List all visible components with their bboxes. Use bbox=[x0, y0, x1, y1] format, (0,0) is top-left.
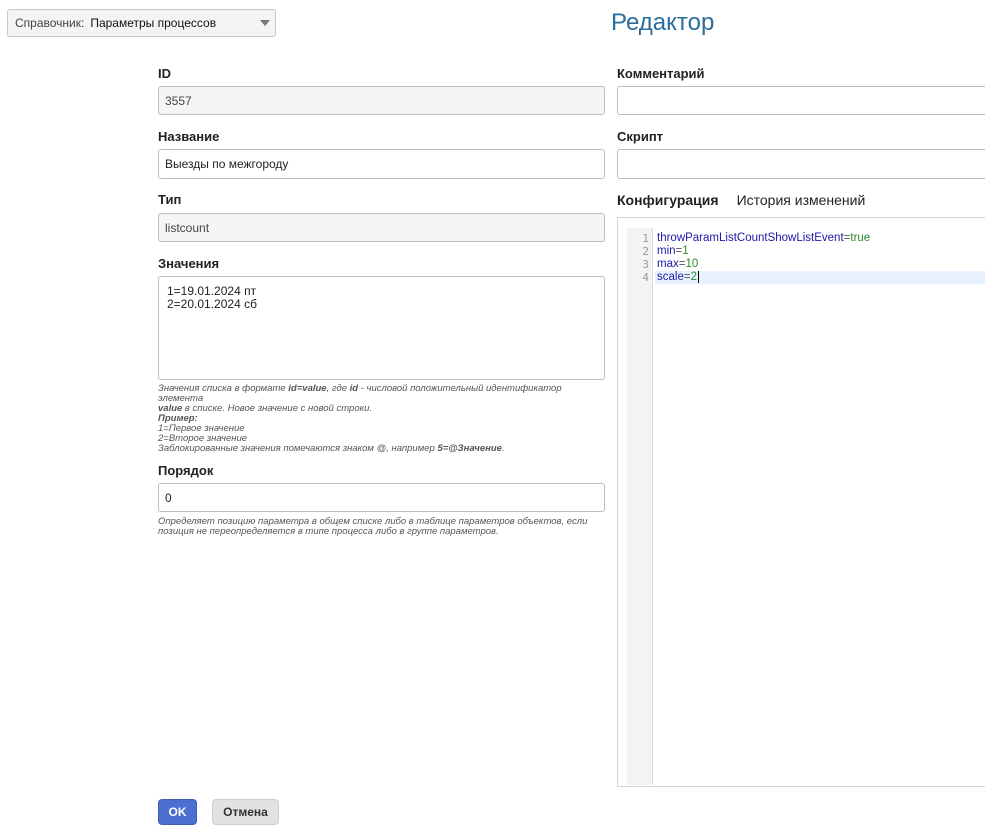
order-value: 0 bbox=[165, 490, 172, 505]
directory-select-value: Параметры процессов bbox=[90, 16, 217, 30]
type-value: listcount bbox=[165, 220, 210, 235]
code-area[interactable]: throwParamListCountShowListEvent=true mi… bbox=[655, 232, 985, 284]
values-line: 2=20.01.2024 сб bbox=[167, 297, 257, 311]
cancel-button[interactable]: Отмена bbox=[212, 799, 279, 825]
type-label: Тип bbox=[158, 192, 182, 207]
values-hint: Значения списка в формате id=value, где … bbox=[158, 383, 562, 454]
code-line-current: scale=2 bbox=[655, 271, 985, 284]
config-editor[interactable] bbox=[617, 217, 985, 787]
page-title: Редактор bbox=[611, 9, 715, 36]
ok-button[interactable]: OK bbox=[158, 799, 197, 825]
line-number: 1 bbox=[642, 232, 649, 245]
tab-history[interactable]: История изменений bbox=[737, 192, 866, 208]
editor-tabs: Конфигурация История изменений bbox=[617, 192, 883, 208]
tab-configuration[interactable]: Конфигурация bbox=[617, 192, 719, 208]
code-line: max=10 bbox=[657, 258, 699, 270]
comment-field[interactable] bbox=[617, 86, 985, 115]
type-field[interactable]: listcount bbox=[158, 213, 605, 242]
order-label: Порядок bbox=[158, 463, 214, 478]
name-value: Выезды по межгороду bbox=[165, 157, 289, 171]
line-number-gutter: 1 2 3 4 bbox=[627, 228, 653, 785]
code-line: throwParamListCountShowListEvent=true bbox=[657, 232, 871, 244]
order-field[interactable]: 0 bbox=[158, 483, 605, 512]
id-label: ID bbox=[158, 66, 171, 81]
values-label: Значения bbox=[158, 256, 220, 271]
id-value: 3557 bbox=[165, 93, 192, 108]
editor-page: Справочник: Параметры процессов Редактор… bbox=[0, 0, 985, 825]
script-field[interactable] bbox=[617, 149, 985, 179]
directory-select[interactable]: Справочник: Параметры процессов bbox=[7, 9, 276, 37]
values-textarea[interactable]: 1=19.01.2024 пт 2=20.01.2024 сб bbox=[158, 276, 605, 380]
directory-select-label: Справочник: bbox=[15, 16, 85, 30]
script-label: Скрипт bbox=[617, 129, 664, 144]
order-hint: Определяет позицию параметра в общем спи… bbox=[158, 516, 588, 537]
id-field[interactable]: 3557 bbox=[158, 86, 605, 115]
line-number: 4 bbox=[642, 271, 649, 284]
line-number: 3 bbox=[642, 258, 649, 271]
name-field[interactable]: Выезды по межгороду bbox=[158, 149, 605, 179]
code-line: min=1 bbox=[657, 245, 689, 257]
text-caret bbox=[697, 271, 699, 283]
chevron-down-icon bbox=[260, 20, 270, 26]
comment-label: Комментарий bbox=[617, 66, 705, 81]
line-number: 2 bbox=[642, 245, 649, 258]
name-label: Название bbox=[158, 129, 220, 144]
